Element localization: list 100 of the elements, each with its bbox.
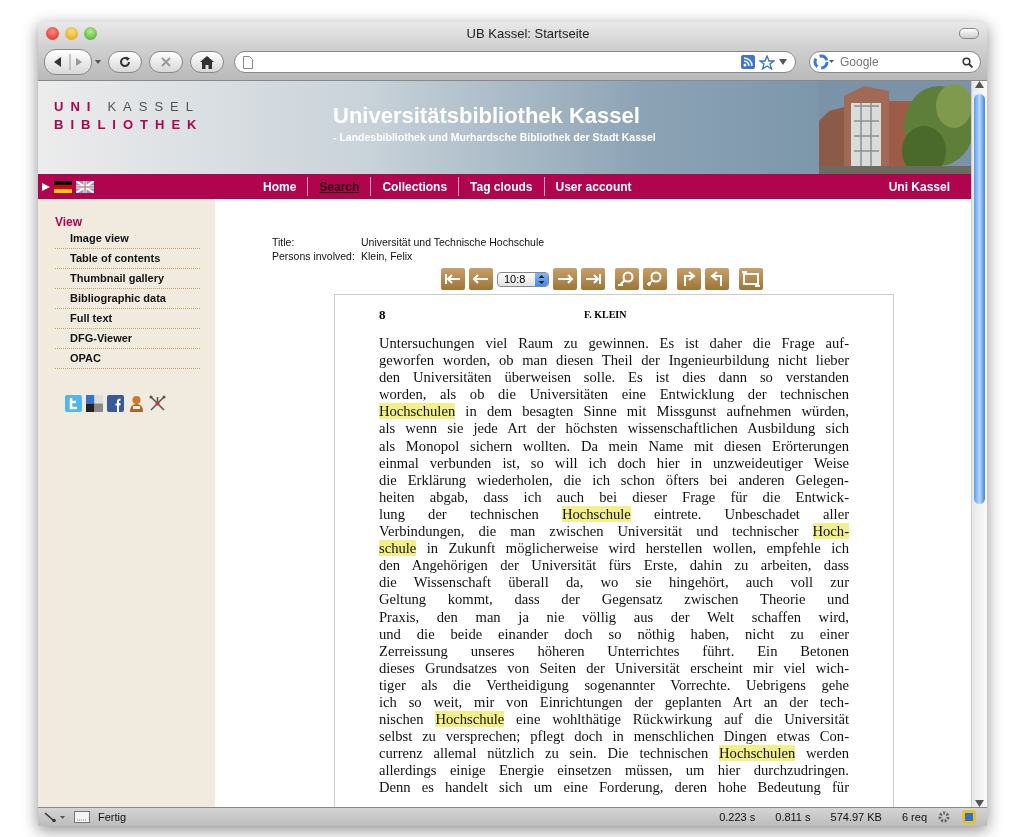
status-metric: 574.97 KB [830,811,882,823]
logo-text[interactable]: BIBLIOTHEK [54,117,323,132]
text-line: selbst zu versprechen; pflegt doch in menschlichen Dingen etwas Con- [379,728,849,746]
text-line: geworfen worden, ob man diesen Theil der Ingenieurbildung nicht lieber [379,352,849,370]
sidebar-item[interactable]: Image view [55,229,200,249]
zoom-out-button[interactable] [615,268,639,290]
status-metric: 6 req [901,811,927,823]
rotate-right-button[interactable] [705,268,729,290]
panel-icon[interactable] [74,811,90,823]
scroll-down-arrow-icon[interactable] [975,800,984,807]
sidebar-item[interactable]: Thumbnail gallery [55,269,200,289]
page-icon [243,55,253,69]
text-line: dieses Grundsatzes von Seiten der Universität erscheint mir viel wich- [379,659,849,677]
text-line: worden, als ob die Universitäten eine Entwicklung der technischen [379,386,849,404]
last-page-button[interactable] [581,268,605,290]
toolbar-toggle-button[interactable] [959,27,979,39]
search-bar[interactable]: Google [809,51,981,73]
search-icon[interactable] [962,56,973,68]
metadata-value: Klein, Felix [361,250,414,262]
text-line: lung der technischen Hochschule eintrete. Unbeschadet aller [379,505,849,524]
close-icon [160,56,172,68]
text-line: Geltung kommt, dass der Gegensatz zwischen Theorie und [379,591,849,609]
sidebar-item[interactable]: Table of contents [55,249,200,269]
frame-icon [741,271,761,287]
window-title: UB Kassel: Startseite [465,25,591,41]
text-line: die Wissenschaft überall da, wo sie hingehört, auch voll zur [379,574,849,592]
dropdown-caret-icon[interactable] [779,59,787,65]
arrow-to-bar-icon [583,271,603,287]
close-button[interactable] [46,26,59,40]
text-line: einmal verbunden ist, so will ich doch hier in unzweideutiger Weise [379,454,849,472]
pen-tool-icon[interactable] [44,811,66,823]
text-line: Denn es handelt sich um eine Forderung, deren hohe Bedeutung für [379,779,849,797]
text-line: currenz allemal nützlich zu sein. Die technischen Hochschulen werden [379,745,849,763]
arrow-to-bar-icon [443,271,463,287]
previous-page-button[interactable] [469,268,493,290]
sidebar-item[interactable]: OPAC [55,349,200,369]
reload-icon [118,55,132,69]
sidebar-item[interactable]: Full text [55,309,200,329]
scrollbar-thumb[interactable] [974,94,985,504]
text-line: Praxis, den man ja nie völlig aus der Welt schaffen wird, [379,608,849,626]
home-icon [200,55,214,69]
scrollbar[interactable] [971,81,987,807]
british-flag-icon[interactable] [76,180,94,193]
page-select[interactable]: 10:8 [497,271,549,287]
zoom-in-button[interactable] [643,268,667,290]
status-metric: 0.223 s [719,811,756,823]
scroll-up-arrow-icon[interactable] [975,81,984,88]
text-line: den Universitäten überweisen solle. Es ist dies dann so verstanden [379,369,849,387]
text-line: nischen Hochschule eine wohlthätige Rückwirkung auf die Universität [379,711,849,729]
rss-icon[interactable] [741,55,755,69]
logo-text[interactable]: UNI [54,99,98,114]
sidebar-item[interactable]: Bibliographic data [55,289,200,309]
text-line: tiger als die Vertheidigung sogenannter Vorrechte. Uebrigens gehe [379,676,849,694]
search-field[interactable]: Google [838,54,959,70]
text-line: Hochschulen in dem besagten Sinne mit Missgunst aufnehmen würden, [379,403,849,421]
rotate-left-button[interactable] [677,268,701,290]
first-page-button[interactable] [441,268,465,290]
double-page-button[interactable] [739,268,763,290]
nav-link[interactable]: User account [544,179,643,194]
nav-link[interactable]: Collections [371,179,459,194]
text-line: Verbindungen, die man zwischen Universität und technischer Hoch- [379,523,849,541]
site-title: Universitätsbibliothek Kassel [333,103,641,129]
stepper-arrows-icon[interactable] [538,273,545,285]
reload-button[interactable] [108,51,142,73]
play-arrow-icon[interactable] [42,182,50,191]
back-forward-button[interactable] [44,49,92,75]
search-engine-icon[interactable] [813,54,835,70]
text-line: die Erklärung wiederholen, die ich schon öfters bei anderen Gelegen- [379,471,849,489]
next-page-button[interactable] [553,268,577,290]
text-line: Untersuchungen viel Raum zu gewinnen. Es ist daher die Frage auf- [379,335,849,353]
metadata-label: Title: [272,236,296,248]
text-line: den Angehörigen der Universität fürs Erste, dahin zu arbeiten, dass [379,557,849,575]
text-line: und die beide einander doch so nöthig haben, nicht zu einer [379,625,849,643]
dropdown-caret-icon[interactable] [95,60,101,64]
nav-link[interactable]: Tag clouds [459,179,544,194]
logo-text[interactable]: KASSEL [107,99,200,114]
status-metric: 0.811 s [775,811,811,823]
text-line: ich so weit, mir von Einrichtungen der geplanten Art an der tech- [379,693,849,712]
star-icon[interactable] [759,54,775,70]
home-button[interactable] [190,51,224,73]
running-head: F. KLEIN [584,308,627,322]
text-line: heiten abgab, dass ich auch bei dieser Frage für die Entwick- [379,488,849,506]
nav-link[interactable]: Uni Kassel [877,179,971,194]
text-line: Zerreissung unseres höheren Unterrichtes führt. Ein Betonen [379,642,849,660]
sidebar-item[interactable]: DFG-Viewer [55,329,200,349]
figure-share-icon[interactable] [128,395,145,412]
social-share-icon[interactable] [107,395,124,412]
stop-button[interactable] [149,51,183,73]
metadata-value: Universität und Technische Hochschule [361,236,545,248]
metadata-label: Persons involved: [272,250,356,262]
text-line: als Monopol sichern wollten. Da mein Name mit diesen Erörterungen [379,437,849,455]
text-line: allerdings einige Energie einsetzen müssen, um hier durchzudringen. [379,762,849,780]
network-share-icon[interactable] [149,395,166,412]
sidebar-heading: View [55,215,84,229]
german-flag-icon[interactable] [54,180,72,193]
page-number: 8 [379,307,387,323]
address-field[interactable] [234,51,796,73]
nav-link[interactable]: Home [252,179,308,194]
text-line: als wenn sie jede Art der höchsten wissenschaftlichen Ausbildung sich [379,420,849,438]
text-line: schule in Zukunft möglicherweise wird herstellen wollen, empfehle ich [379,540,849,558]
